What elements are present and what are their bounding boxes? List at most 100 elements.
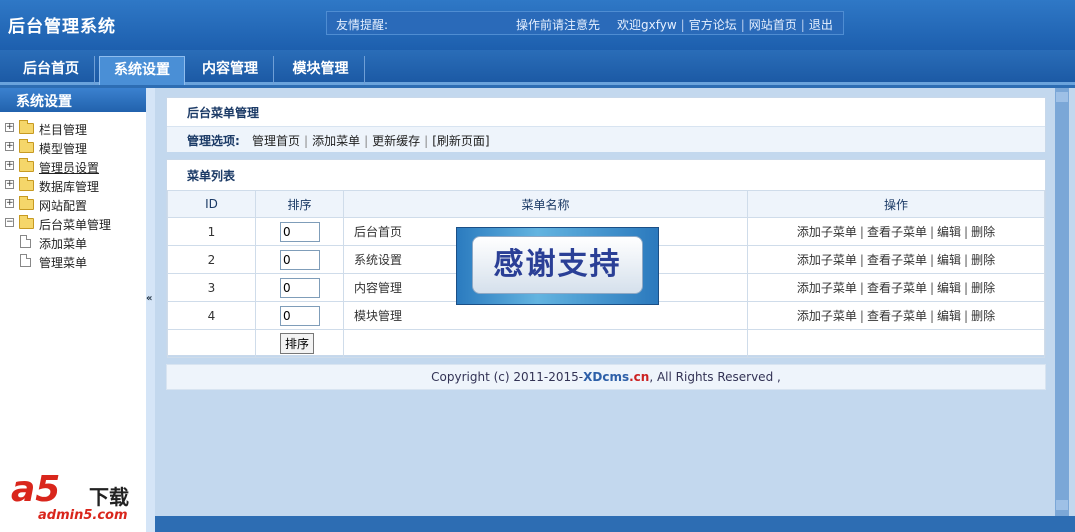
sort-input[interactable] — [280, 305, 320, 326]
logo-site: admin5.com — [38, 508, 128, 523]
sidebar-subitem-add-menu[interactable]: 添加菜单 — [0, 234, 146, 253]
view-submenu-link[interactable]: 查看子菜单 — [867, 309, 927, 323]
option-add-menu[interactable]: 添加菜单 — [312, 134, 360, 148]
option-update-cache[interactable]: 更新缓存 — [372, 134, 420, 148]
column-header-id: ID — [167, 190, 256, 218]
view-submenu-link[interactable]: 查看子菜单 — [867, 225, 927, 239]
folder-icon — [19, 158, 34, 172]
expand-icon[interactable]: + — [5, 180, 14, 189]
sort-input[interactable] — [280, 277, 320, 298]
add-submenu-link[interactable]: 添加子菜单 — [797, 253, 857, 267]
row-sort-cell — [255, 245, 344, 274]
edit-link[interactable]: 编辑 — [937, 281, 961, 295]
row-actions: 添加子菜单 | 查看子菜单 | 编辑 | 删除 — [747, 301, 1045, 330]
folder-icon — [19, 196, 34, 210]
delete-link[interactable]: 删除 — [971, 253, 995, 267]
copyright-suffix: , All Rights Reserved , — [649, 370, 781, 384]
menu-management-panel: 后台菜单管理 管理选项: 管理首页 | 添加菜单 | 更新缓存 | [刷新页面] — [166, 97, 1046, 152]
copyright-prefix: Copyright (c) 2011-2015- — [431, 370, 584, 384]
row-actions: 添加子菜单 | 查看子菜单 | 编辑 | 删除 — [747, 273, 1045, 302]
expand-icon[interactable]: + — [5, 142, 14, 151]
document-icon — [20, 254, 31, 267]
tab-home[interactable]: 后台首页 — [8, 56, 95, 85]
delete-link[interactable]: 删除 — [971, 281, 995, 295]
user-links: 欢迎gxfyw | 官方论坛 | 网站首页 | 退出 — [617, 18, 833, 32]
add-submenu-link[interactable]: 添加子菜单 — [797, 281, 857, 295]
sidebar-item-site-config[interactable]: + 网站配置 — [0, 196, 146, 215]
row-id: 2 — [167, 245, 256, 274]
scroll-up-arrow-icon[interactable] — [1056, 92, 1068, 102]
sidebar-item-column-management[interactable]: + 栏目管理 — [0, 120, 146, 139]
expand-icon[interactable]: + — [5, 161, 14, 170]
expand-icon[interactable]: + — [5, 123, 14, 132]
thanks-text: 感谢支持 — [472, 236, 643, 294]
collapse-arrow-icon[interactable]: « — [146, 293, 152, 304]
tab-content-management[interactable]: 内容管理 — [187, 56, 274, 85]
add-submenu-link[interactable]: 添加子菜单 — [797, 225, 857, 239]
delete-link[interactable]: 删除 — [971, 309, 995, 323]
sidebar-item-admin-settings[interactable]: + 管理员设置 — [0, 158, 146, 177]
collapse-icon[interactable]: − — [5, 218, 14, 227]
edit-link[interactable]: 编辑 — [937, 225, 961, 239]
main-nav: 后台首页 系统设置 内容管理 模块管理 — [0, 50, 1075, 85]
sort-button[interactable]: 排序 — [280, 333, 315, 354]
edit-link[interactable]: 编辑 — [937, 253, 961, 267]
row-id: 3 — [167, 273, 256, 302]
sidebar-collapse-handle[interactable]: « — [146, 88, 155, 532]
view-submenu-link[interactable]: 查看子菜单 — [867, 253, 927, 267]
sidebar-item-database-management[interactable]: + 数据库管理 — [0, 177, 146, 196]
table-header-row: ID 排序 菜单名称 操作 — [167, 190, 1045, 218]
site-home-link[interactable]: 网站首页 — [749, 18, 797, 32]
sidebar-item-label: 网站配置 — [39, 199, 88, 213]
options-bar: 管理选项: 管理首页 | 添加菜单 | 更新缓存 | [刷新页面] — [167, 126, 1045, 152]
options-label: 管理选项: — [187, 134, 240, 148]
document-icon — [20, 235, 31, 248]
sidebar-item-label: 添加菜单 — [39, 237, 88, 251]
logo-mark: a5 — [11, 469, 61, 510]
column-header-sort: 排序 — [255, 190, 344, 218]
sidebar-item-label: 管理员设置 — [39, 161, 100, 175]
edit-link[interactable]: 编辑 — [937, 309, 961, 323]
scroll-down-arrow-icon[interactable] — [1056, 500, 1068, 510]
notice-label: 友情提醒: — [336, 18, 389, 32]
sidebar-item-model-management[interactable]: + 模型管理 — [0, 139, 146, 158]
row-id: 4 — [167, 301, 256, 330]
sidebar-item-label: 管理菜单 — [39, 256, 88, 270]
folder-icon — [19, 215, 34, 229]
vertical-scrollbar[interactable] — [1055, 88, 1069, 516]
sidebar: 系统设置 + 栏目管理 + 模型管理 + 管理员设置 + 数据库管理 + 网站配置 − 后台… — [0, 88, 146, 532]
sort-input[interactable] — [280, 249, 320, 270]
sidebar-item-menu-management[interactable]: − 后台菜单管理 — [0, 215, 146, 234]
tab-module-management[interactable]: 模块管理 — [277, 56, 365, 85]
logout-link[interactable]: 退出 — [809, 18, 833, 32]
option-refresh-page[interactable]: [刷新页面] — [432, 134, 489, 148]
column-header-actions: 操作 — [747, 190, 1045, 218]
sort-input[interactable] — [280, 221, 320, 242]
folder-icon — [19, 120, 34, 134]
sidebar-subitem-manage-menu[interactable]: 管理菜单 — [0, 253, 146, 272]
app-title: 后台管理系统 — [8, 17, 116, 37]
row-sort-cell — [255, 301, 344, 330]
a5-logo: a5 下载 admin5.com — [5, 467, 146, 524]
row-actions: 添加子菜单 | 查看子菜单 | 编辑 | 删除 — [747, 217, 1045, 246]
view-submenu-link[interactable]: 查看子菜单 — [867, 281, 927, 295]
list-title: 菜单列表 — [187, 169, 236, 183]
row-name: 模块管理 — [343, 301, 748, 330]
add-submenu-link[interactable]: 添加子菜单 — [797, 309, 857, 323]
row-sort-cell — [255, 273, 344, 302]
expand-icon[interactable]: + — [5, 199, 14, 208]
option-manage-home[interactable]: 管理首页 — [252, 134, 300, 148]
notice-text: 操作前请注意先 — [516, 18, 601, 32]
row-actions: 添加子菜单 | 查看子菜单 | 编辑 | 删除 — [747, 245, 1045, 274]
sidebar-tree: + 栏目管理 + 模型管理 + 管理员设置 + 数据库管理 + 网站配置 − 后台菜单管理 … — [0, 112, 146, 272]
tab-system-settings[interactable]: 系统设置 — [99, 56, 185, 85]
sidebar-item-label: 数据库管理 — [39, 180, 100, 194]
copyright-footer: Copyright (c) 2011-2015-XDcms.cn, All Ri… — [166, 364, 1046, 390]
brand-domain: .cn — [629, 370, 650, 384]
delete-link[interactable]: 删除 — [971, 225, 995, 239]
notice-bar: 友情提醒: 操作前请注意先 欢迎gxfyw | 官方论坛 | 网站首页 | 退出 — [326, 11, 844, 35]
logo-download: 下载 — [89, 485, 129, 509]
brand-name: XDcms — [583, 370, 630, 384]
forum-link[interactable]: 官方论坛 — [689, 18, 737, 32]
welcome-text: 欢迎gxfyw — [617, 18, 677, 32]
